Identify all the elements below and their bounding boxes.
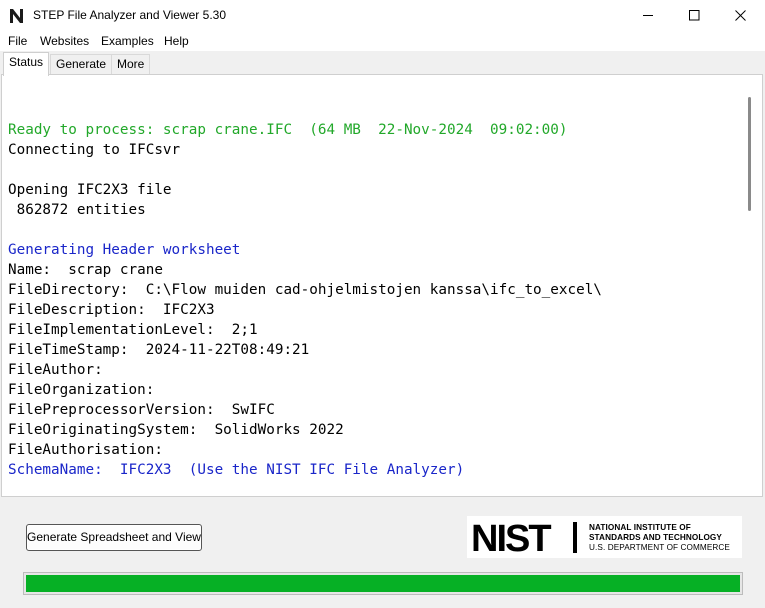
minimize-icon (643, 15, 653, 16)
log-line: FileOrganization: (8, 382, 155, 398)
window-title: STEP File Analyzer and Viewer 5.30 (33, 8, 226, 22)
title-bar: STEP File Analyzer and Viewer 5.30 (0, 0, 765, 31)
progress-bar (23, 572, 743, 595)
log-line: Opening IFC2X3 file (8, 182, 172, 198)
tab-status[interactable]: Status (3, 52, 50, 76)
menu-help[interactable]: Help (164, 34, 189, 48)
menu-bar: File Websites Examples Help (0, 31, 765, 51)
nist-line-3: U.S. DEPARTMENT OF COMMERCE (589, 543, 730, 552)
generate-spreadsheet-button[interactable]: Generate Spreadsheet and View (26, 524, 202, 551)
menu-file[interactable]: File (8, 34, 27, 48)
status-log: Ready to process: scrap crane.IFC (64 MB… (8, 100, 738, 495)
maximize-button[interactable] (672, 0, 718, 31)
log-line: FileAuthor: (8, 362, 103, 378)
nist-logo: NIST NATIONAL INSTITUTE OF STANDARDS AND… (467, 516, 742, 558)
menu-websites[interactable]: Websites (40, 34, 89, 48)
log-line: FileOriginatingSystem: SolidWorks 2022 (8, 422, 344, 438)
log-line: FileAuthorisation: (8, 442, 163, 458)
log-line: Ready to process: scrap crane.IFC (64 MB… (8, 122, 568, 138)
nist-wordmark: NIST (471, 518, 577, 558)
status-panel: Ready to process: scrap crane.IFC (64 MB… (1, 74, 763, 497)
log-line: FileDirectory: C:\Flow muiden cad-ohjelm… (8, 282, 602, 298)
tab-more[interactable]: More (111, 54, 151, 75)
maximize-icon (689, 10, 700, 21)
app-icon (10, 9, 23, 23)
log-line: FileDescription: IFC2X3 (8, 302, 215, 318)
menu-examples[interactable]: Examples (101, 34, 154, 48)
log-line: FileImplementationLevel: 2;1 (8, 322, 258, 338)
minimize-button[interactable] (626, 0, 672, 31)
log-line: Name: scrap crane (8, 262, 163, 278)
nist-line-1: NATIONAL INSTITUTE OF (589, 523, 691, 532)
close-button[interactable] (718, 0, 764, 31)
nist-line-2: STANDARDS AND TECHNOLOGY (589, 533, 722, 542)
vertical-scrollbar[interactable] (746, 95, 754, 495)
log-line: SchemaName: IFC2X3 (Use the NIST IFC Fil… (8, 462, 465, 478)
progress-fill (26, 575, 740, 592)
log-line: 862872 entities (8, 202, 146, 218)
log-line: FilePreprocessorVersion: SwIFC (8, 402, 275, 418)
log-line: Generating Header worksheet (8, 242, 241, 258)
tab-bar: Status Generate More (0, 51, 765, 76)
tab-generate[interactable]: Generate (50, 54, 113, 75)
log-line: FileTimeStamp: 2024-11-22T08:49:21 (8, 342, 310, 358)
close-icon (735, 10, 746, 21)
log-line: Connecting to IFCsvr (8, 142, 181, 158)
scrollbar-thumb[interactable] (748, 97, 751, 211)
nist-wordmark-text: NIST (471, 518, 551, 558)
